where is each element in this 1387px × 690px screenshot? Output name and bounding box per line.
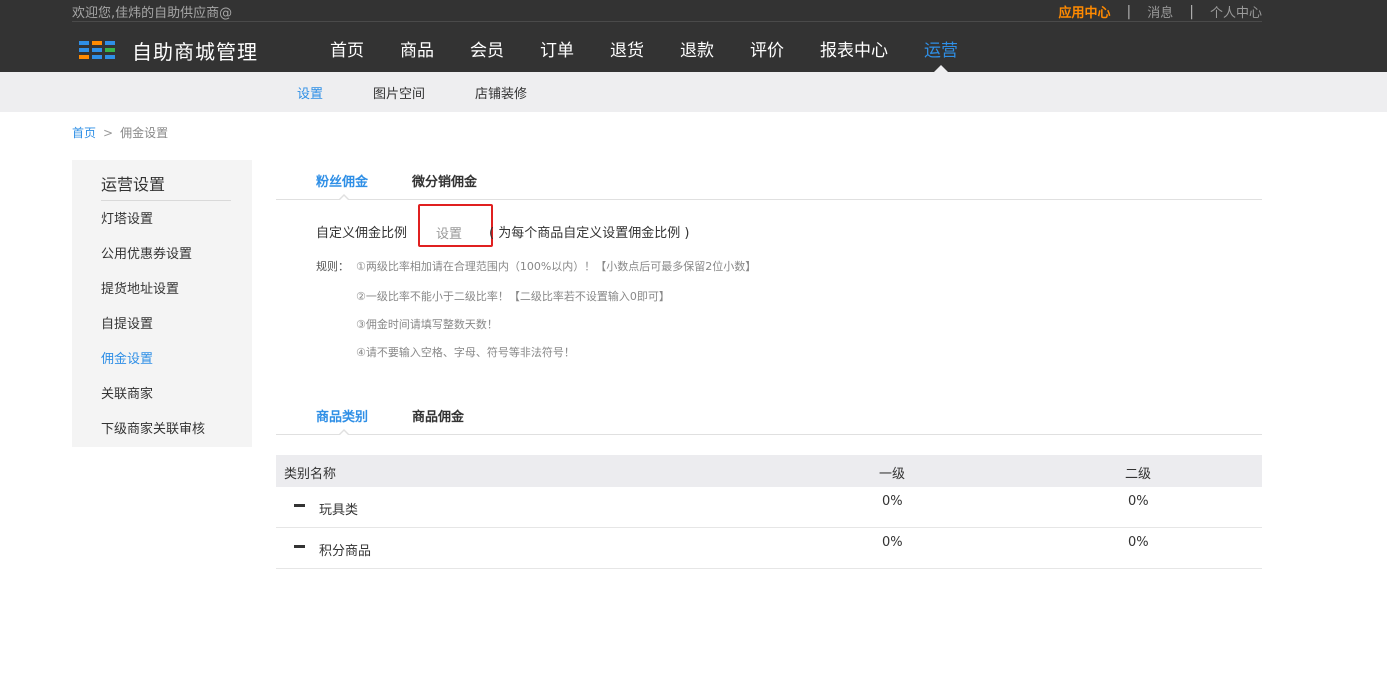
commission-tabs: 粉丝佣金 微分销佣金 [276,160,1262,201]
welcome-text: 欢迎您,佳炜的自助供应商@ [72,6,233,21]
tab-product-category[interactable]: 商品类别 [316,406,368,425]
level1-value: 0% [882,494,903,509]
table-header: 类别名称 一级 二级 [276,455,1262,487]
column-header-level1: 一级 [879,467,906,482]
breadcrumb-arrow-icon: > [103,126,114,140]
sub-nav: 设置 图片空间 店铺装修 [0,72,1387,112]
sidebar-item-lighthouse[interactable]: 灯塔设置 [101,210,205,245]
sidebar-item-commission[interactable]: 佣金设置 [101,350,205,385]
sidebar-item-self-pickup[interactable]: 自提设置 [101,315,205,350]
rules-label: 规则： [316,260,349,273]
nav-reports[interactable]: 报表中心 [820,36,888,72]
active-tab-caret-icon [338,428,350,436]
tab-product-commission[interactable]: 商品佣金 [412,406,464,425]
sidebar-item-coupons[interactable]: 公用优惠券设置 [101,245,205,280]
rule-line: ③佣金时间请填写整数天数！ [356,318,498,331]
column-header-category: 类别名称 [284,467,337,482]
tab-micro-distribution-commission[interactable]: 微分销佣金 [412,171,477,190]
nav-home[interactable]: 首页 [330,36,364,72]
collapse-minus-icon[interactable] [294,504,305,507]
rule-line: ②一级比率不能小于二级比率！【二级比率若不设置输入0即可】 [356,290,670,303]
custom-ratio-hint: ( 为每个商品自定义设置佣金比例 ) [489,226,690,241]
custom-ratio-label: 自定义佣金比例 [316,226,408,241]
category-tabs: 商品类别 商品佣金 [276,395,1262,436]
rule-line: ④请不要输入空格、字母、符号等非法符号！ [356,346,575,359]
link-separator: | [1189,3,1194,20]
nav-returns[interactable]: 退货 [610,36,644,72]
sidebar-item-pickup-address[interactable]: 提货地址设置 [101,280,205,315]
personal-center-link[interactable]: 个人中心 [1210,2,1262,21]
sidebar: 运营设置 灯塔设置 公用优惠券设置 提货地址设置 自提设置 佣金设置 关联商家 … [72,160,252,447]
nav-orders[interactable]: 订单 [540,36,574,72]
rule-line: ①两级比率相加请在合理范围内（100%以内）！【小数点后可最多保留2位小数】 [356,260,757,273]
category-name: 玩具类 [319,503,359,518]
tab-fan-commission[interactable]: 粉丝佣金 [316,171,368,190]
sidebar-item-linked-merchants[interactable]: 关联商家 [101,385,205,420]
logo[interactable]: 自助商城管理 [79,36,258,65]
level2-value: 0% [1128,535,1149,550]
nav-members[interactable]: 会员 [470,36,504,72]
nav-products[interactable]: 商品 [400,36,434,72]
active-tab-caret-icon [338,193,350,201]
header-divider [72,21,1262,22]
sidebar-divider [101,200,231,201]
level2-value: 0% [1128,494,1149,509]
app-center-link[interactable]: 应用中心 [1059,2,1111,21]
subnav-shop-decoration[interactable]: 店铺装修 [475,83,527,102]
top-links: 应用中心 | 消息 | 个人中心 [1059,2,1262,22]
collapse-minus-icon[interactable] [294,545,305,548]
nav-reviews[interactable]: 评价 [750,36,784,72]
nav-operations[interactable]: 运营 [924,36,958,72]
sidebar-title: 运营设置 [101,175,166,194]
breadcrumb-home[interactable]: 首页 [72,126,96,140]
subnav-image-space[interactable]: 图片空间 [373,83,425,102]
category-table: 类别名称 一级 二级 玩具类 0% 0% 积分商品 0% 0% [276,455,1262,569]
breadcrumb-current: 佣金设置 [120,126,169,140]
logo-title: 自助商城管理 [132,40,258,64]
top-header: 欢迎您,佳炜的自助供应商@ 应用中心 | 消息 | 个人中心 自助商城管理 首页… [0,0,1387,72]
category-name: 积分商品 [319,544,372,559]
subnav-settings[interactable]: 设置 [297,83,323,102]
level1-value: 0% [882,535,903,550]
main-nav: 首页 商品 会员 订单 退货 退款 评价 报表中心 运营 [312,36,976,72]
messages-link[interactable]: 消息 [1147,2,1173,21]
link-separator: | [1126,3,1132,20]
logo-grid-icon [79,40,117,61]
table-row: 玩具类 0% 0% [276,487,1262,528]
set-ratio-button[interactable]: 设置 [436,223,462,242]
sidebar-item-sub-merchant-review[interactable]: 下级商家关联审核 [101,420,205,455]
table-row: 积分商品 0% 0% [276,528,1262,569]
column-header-level2: 二级 [1125,467,1152,482]
breadcrumb: 首页 > 佣金设置 [72,124,168,141]
nav-refunds[interactable]: 退款 [680,36,714,72]
